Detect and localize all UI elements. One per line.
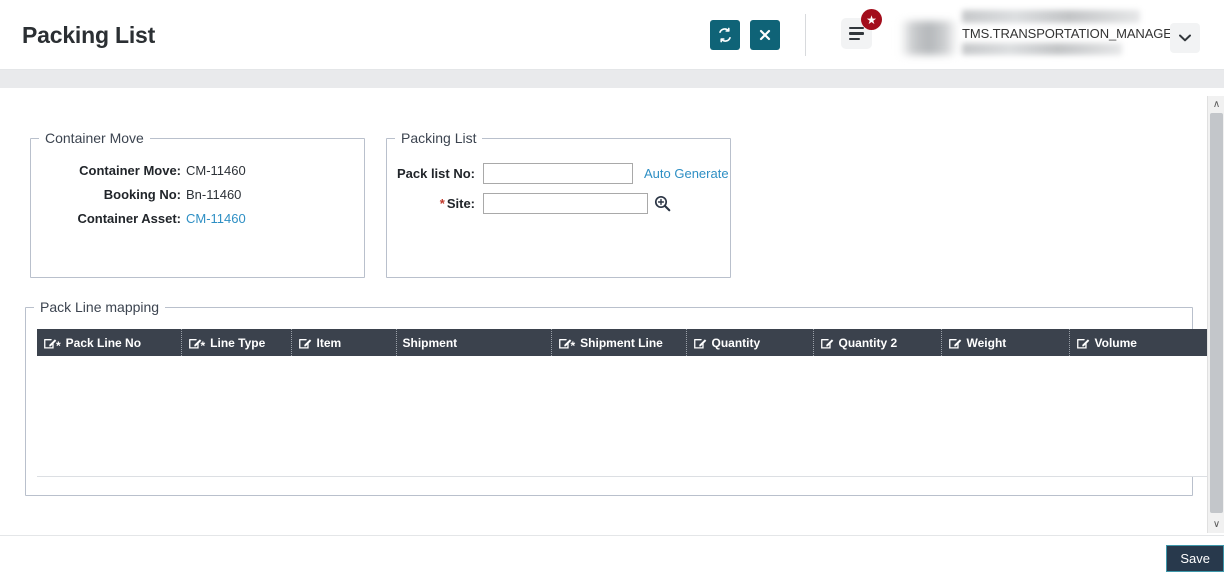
hamburger-menu-icon — [849, 26, 864, 30]
edit-icon — [298, 336, 312, 350]
field-value: Bn-11460 — [186, 187, 242, 202]
column-header-item[interactable]: Item — [291, 329, 397, 356]
scroll-up-arrow[interactable]: ∧ — [1208, 96, 1224, 113]
field-label: Container Move: — [79, 163, 181, 178]
edit-icon — [1076, 336, 1090, 350]
column-header-label: Item — [316, 335, 342, 350]
search-lookup-icon — [654, 195, 671, 212]
notifications-menu-wrap: ★ — [841, 9, 882, 49]
vertical-scrollbar[interactable]: ∧ ∨ — [1207, 96, 1224, 533]
user-dropdown-button[interactable] — [1170, 23, 1200, 53]
star-badge-icon: ★ — [861, 9, 882, 30]
header-divider — [805, 14, 806, 56]
close-icon — [758, 28, 772, 42]
close-button[interactable] — [750, 20, 780, 50]
column-header-label: Pack Line No — [65, 335, 142, 350]
pack-list-no-input[interactable] — [483, 163, 633, 184]
field-label: Container Asset: — [77, 211, 181, 226]
packing-list-fields: Pack list No: Auto Generate * Site: — [387, 146, 730, 214]
pack-line-grid-footer: + Add — [37, 476, 1212, 511]
pack-line-table: * Pack Line No * Line Type Item Shipment… — [37, 329, 1212, 476]
avatar — [900, 21, 958, 55]
edit-icon — [948, 336, 962, 350]
packing-list-legend: Packing List — [401, 130, 477, 146]
chevron-down-icon — [1179, 34, 1191, 42]
user-role-blurred — [962, 10, 1140, 23]
footer-bar: Save — [0, 535, 1224, 578]
column-header-label: Quantity — [711, 335, 761, 350]
column-header-label: Volume — [1094, 335, 1137, 350]
pack-list-no-label: Pack list No: — [396, 166, 475, 181]
column-header-label: Quantity 2 — [838, 335, 898, 350]
required-asterisk: * — [200, 338, 206, 353]
user-account-block[interactable]: TMS.TRANSPORTATION_MANAGER — [900, 10, 1200, 55]
required-asterisk: * — [570, 338, 576, 353]
pack-line-mapping-legend: Pack Line mapping — [40, 299, 160, 315]
pack-line-grid-wrapper: * Pack Line No * Line Type Item Shipment… — [37, 329, 1212, 476]
user-text-column: TMS.TRANSPORTATION_MANAGER — [960, 10, 1181, 55]
column-header-quantity[interactable]: Quantity — [686, 329, 814, 356]
site-label: * Site: — [387, 196, 475, 211]
container-asset-link[interactable]: CM-11460 — [186, 211, 246, 226]
table-empty-row — [37, 356, 1212, 476]
container-move-legend: Container Move — [45, 130, 144, 146]
pack-line-mapping-panel: Pack Line mapping * Pack Line No * Line … — [25, 299, 1212, 496]
user-name-label: TMS.TRANSPORTATION_MANAGER — [962, 26, 1182, 41]
field-value: CM-11460 — [186, 163, 246, 178]
column-header-label: Line Type — [210, 335, 266, 350]
column-header-weight[interactable]: Weight — [941, 329, 1070, 356]
form-row-site: * Site: — [387, 193, 730, 214]
container-move-fields: Container Move: CM-11460 Booking No: Bn-… — [31, 146, 364, 226]
refresh-button[interactable] — [710, 20, 740, 50]
edit-icon: * — [188, 336, 206, 353]
header-content-gap — [0, 70, 1224, 88]
field-label: Booking No: — [103, 187, 181, 202]
column-header-quantity-2[interactable]: Quantity 2 — [813, 329, 942, 356]
edit-icon: * — [558, 336, 576, 353]
field-row-container-move: Container Move: CM-11460 — [31, 163, 364, 178]
site-input[interactable] — [483, 193, 648, 214]
site-label-text: Site: — [446, 196, 475, 211]
required-asterisk: * — [439, 196, 445, 211]
save-button[interactable]: Save — [1166, 545, 1224, 572]
container-move-panel: Container Move Container Move: CM-11460 … — [30, 130, 365, 278]
scrollbar-thumb[interactable] — [1210, 113, 1223, 513]
column-header-line-type[interactable]: * Line Type — [181, 329, 292, 356]
column-header-pack-line-no[interactable]: * Pack Line No — [37, 329, 182, 356]
table-header-row: * Pack Line No * Line Type Item Shipment… — [37, 329, 1212, 356]
header-action-buttons — [710, 20, 780, 50]
refresh-icon — [717, 27, 733, 43]
auto-generate-link[interactable]: Auto Generate — [644, 166, 729, 181]
column-header-volume[interactable]: Volume — [1069, 329, 1212, 356]
field-row-booking-no: Booking No: Bn-11460 — [31, 187, 364, 202]
content-area: Container Move Container Move: CM-11460 … — [0, 88, 1212, 535]
scroll-down-arrow[interactable]: ∨ — [1208, 516, 1224, 533]
column-header-shipment[interactable]: Shipment — [396, 329, 552, 356]
packing-list-panel: Packing List Pack list No: Auto Generate… — [386, 130, 731, 278]
edit-icon: * — [43, 336, 61, 353]
page-title: Packing List — [22, 22, 156, 48]
column-header-shipment-line[interactable]: * Shipment Line — [551, 329, 687, 356]
edit-icon — [693, 336, 707, 350]
edit-icon — [820, 336, 834, 350]
form-row-pack-list-no: Pack list No: Auto Generate — [387, 163, 730, 184]
column-header-label: Shipment — [402, 335, 458, 350]
field-row-container-asset: Container Asset: CM-11460 — [31, 211, 364, 226]
user-org-blurred — [962, 43, 1122, 55]
required-asterisk: * — [56, 338, 61, 353]
column-header-label: Weight — [966, 335, 1007, 350]
pack-line-table-body — [37, 356, 1212, 476]
column-header-label: Shipment Line — [580, 335, 663, 350]
site-lookup-button[interactable] — [654, 195, 671, 212]
